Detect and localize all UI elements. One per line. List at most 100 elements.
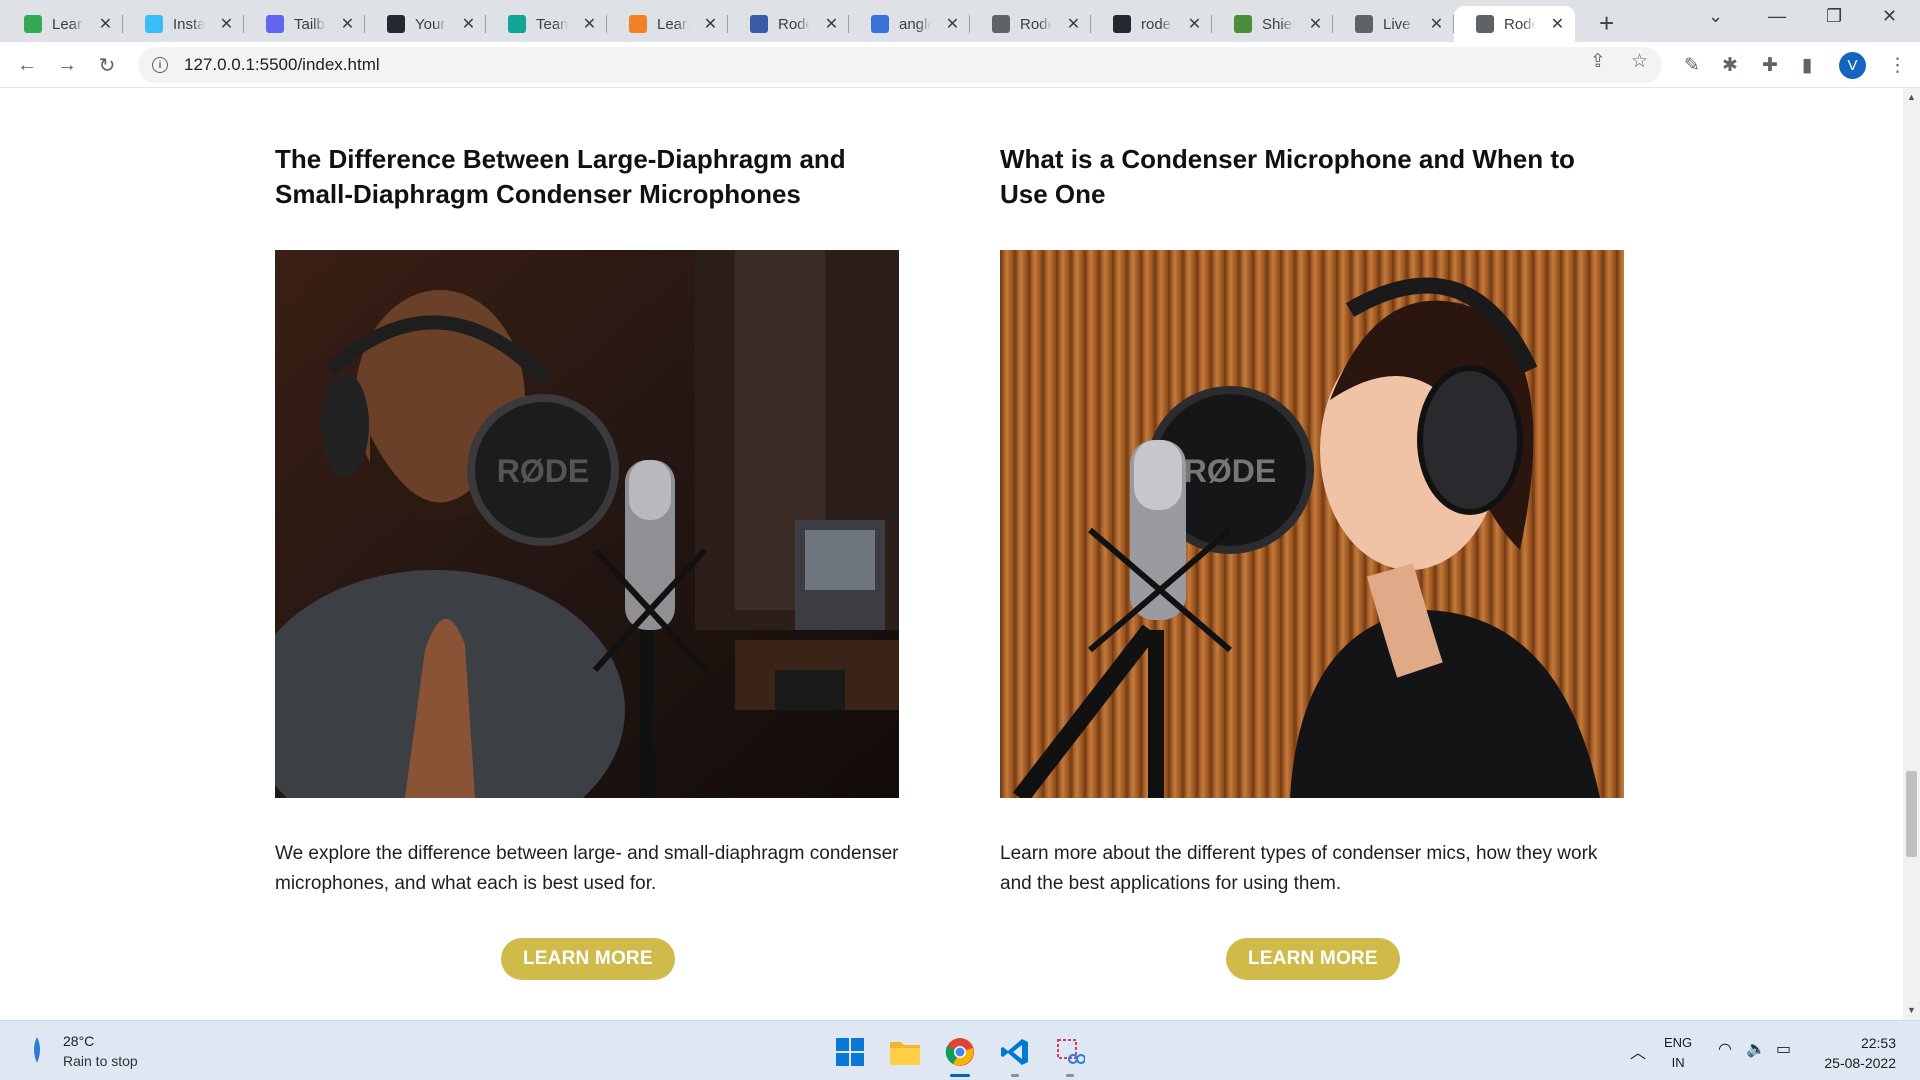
tab-close-icon[interactable]: ✕ <box>945 14 960 34</box>
browser-tab[interactable]: Rode ✕ <box>728 6 849 42</box>
extensions-puzzle-icon[interactable]: ✚ <box>1762 54 1778 77</box>
eyedropper-extension-icon[interactable]: ✎ <box>1684 54 1700 77</box>
file-explorer-icon[interactable] <box>887 1034 923 1070</box>
github-icon <box>387 15 405 33</box>
weather-description[interactable]: Rain to stop <box>63 1053 138 1069</box>
bookmark-star-icon[interactable]: ☆ <box>1631 50 1648 73</box>
browser-tab[interactable]: Install ✕ <box>123 6 244 42</box>
tab-title: Shields <box>1262 15 1294 33</box>
site-info-icon[interactable]: i <box>152 57 168 73</box>
tab-title: Rode <box>1020 15 1052 33</box>
tab-close-icon[interactable]: ✕ <box>1187 14 1202 34</box>
scrollbar-thumb[interactable] <box>1906 771 1917 857</box>
new-tab-button[interactable]: + <box>1599 8 1614 39</box>
language-code: ENG <box>1664 1035 1693 1050</box>
learn-icon <box>629 15 647 33</box>
browser-tab[interactable]: Your Repositories ✕ <box>365 6 486 42</box>
tab-close-icon[interactable]: ✕ <box>1429 14 1444 34</box>
menu-kebab-icon[interactable]: ⋮ <box>1888 54 1907 77</box>
restore-button[interactable]: ❐ <box>1826 6 1842 27</box>
tab-title: Learn <box>52 15 84 33</box>
learn-more-button[interactable]: LEARN MORE <box>501 938 675 980</box>
region-code: IN <box>1671 1055 1685 1070</box>
github-icon <box>1113 15 1131 33</box>
weather-temperature[interactable]: 28°C <box>63 1033 94 1049</box>
side-panel-icon[interactable]: ▮ <box>1802 54 1812 77</box>
globe-icon <box>992 15 1010 33</box>
browser-tab[interactable]: Rode ✕ <box>1454 6 1575 42</box>
tab-close-icon[interactable]: ✕ <box>1550 14 1565 34</box>
battery-icon[interactable]: ▭ <box>1776 1039 1791 1059</box>
tab-close-icon[interactable]: ✕ <box>1308 14 1323 34</box>
tab-title: Rode <box>778 15 810 33</box>
globe-icon <box>1476 15 1494 33</box>
browser-tab[interactable]: Shields ✕ <box>1212 6 1333 42</box>
address-bar[interactable]: i 127.0.0.1:5500/index.html <box>138 47 1662 83</box>
tailwind-icon <box>145 15 163 33</box>
tab-title: Live Live <box>1383 15 1415 33</box>
tab-close-icon[interactable]: ✕ <box>1066 14 1081 34</box>
windows-taskbar: 28°C Rain to stop ︿ ENG IN ◠ 🔈 ▭ 22:53 2… <box>0 1020 1920 1080</box>
tailblocks-icon <box>266 15 284 33</box>
tab-title: Your Repositories <box>415 15 447 33</box>
tab-close-icon[interactable]: ✕ <box>461 14 476 34</box>
tab-close-icon[interactable]: ✕ <box>582 14 597 34</box>
back-button[interactable]: ← <box>12 50 42 80</box>
minimize-button[interactable]: — <box>1768 6 1786 27</box>
system-clock[interactable]: 22:53 25-08-2022 <box>1810 1033 1896 1073</box>
tab-close-icon[interactable]: ✕ <box>340 14 355 34</box>
tab-close-icon[interactable]: ✕ <box>703 14 718 34</box>
show-hidden-icons-chevron-icon[interactable]: ︿ <box>1630 1039 1646 1063</box>
rode-logo: RØDE <box>1184 453 1276 489</box>
close-window-button[interactable]: ✕ <box>1882 6 1897 27</box>
page-scrollbar[interactable]: ▲ ▼ <box>1903 88 1920 1020</box>
tab-title: Tailblocks <box>294 15 326 33</box>
play-icon <box>24 15 42 33</box>
windows-start-icon[interactable] <box>832 1034 868 1070</box>
tab-close-icon[interactable]: ✕ <box>219 14 234 34</box>
article-image[interactable]: RØDE <box>275 250 899 798</box>
browser-tab[interactable]: rode.com ✕ <box>1091 6 1212 42</box>
tab-title: Install <box>173 15 205 33</box>
scroll-up-arrow-icon[interactable]: ▲ <box>1907 92 1916 102</box>
browser-tab[interactable]: angle ✕ <box>849 6 970 42</box>
browser-tab[interactable]: Team ✕ <box>486 6 607 42</box>
profile-avatar[interactable]: V <box>1839 52 1866 79</box>
tab-title: rode.com <box>1141 15 1173 33</box>
article-description: Learn more about the different types of … <box>1000 843 1598 894</box>
tab-close-icon[interactable]: ✕ <box>98 14 113 34</box>
learn-more-button[interactable]: LEARN MORE <box>1226 938 1400 980</box>
tab-strip: + ⌄ — ❐ ✕ Learn✕Install✕Tailblocks✕Your … <box>0 0 1920 42</box>
article-image[interactable]: RØDE <box>1000 250 1624 798</box>
volume-icon[interactable]: 🔈 <box>1746 1039 1766 1059</box>
page-viewport: The Difference Between Large-Diaphragm a… <box>0 88 1903 1020</box>
forward-button[interactable]: → <box>52 50 82 80</box>
tab-title: angle <box>899 15 931 33</box>
chrome-icon[interactable] <box>942 1034 978 1077</box>
url-text: 127.0.0.1:5500/index.html <box>184 55 380 74</box>
rode-logo: RØDE <box>497 453 589 489</box>
wifi-icon[interactable]: ◠ <box>1718 1039 1732 1059</box>
flag-icon <box>871 15 889 33</box>
clock-date: 25-08-2022 <box>1824 1055 1896 1071</box>
bug-extension-icon[interactable]: ✱ <box>1722 54 1738 77</box>
tab-search-icon[interactable]: ⌄ <box>1708 6 1723 27</box>
browser-toolbar: ← → ↻ i 127.0.0.1:5500/index.html ⇪ ☆ ✎ … <box>0 42 1920 88</box>
scroll-down-arrow-icon[interactable]: ▼ <box>1907 1005 1916 1015</box>
language-indicator[interactable]: ENG IN <box>1664 1033 1692 1073</box>
shield-icon <box>1234 15 1252 33</box>
browser-tab[interactable]: Tailblocks ✕ <box>244 6 365 42</box>
vscode-icon[interactable] <box>997 1034 1033 1077</box>
share-icon[interactable]: ⇪ <box>1590 50 1606 73</box>
reload-button[interactable]: ↻ <box>92 50 122 80</box>
snipping-tool-icon[interactable] <box>1052 1034 1088 1077</box>
browser-tab[interactable]: Rode ✕ <box>970 6 1091 42</box>
browser-tab[interactable]: Live Live ✕ <box>1333 6 1454 42</box>
browser-tab[interactable]: Learn ✕ <box>607 6 728 42</box>
weather-rain-icon[interactable] <box>30 1035 44 1065</box>
code-icon <box>750 15 768 33</box>
tab-close-icon[interactable]: ✕ <box>824 14 839 34</box>
clock-time: 22:53 <box>1860 1035 1896 1051</box>
tab-title: Rode <box>1504 15 1536 33</box>
browser-tab[interactable]: Learn ✕ <box>2 6 123 42</box>
